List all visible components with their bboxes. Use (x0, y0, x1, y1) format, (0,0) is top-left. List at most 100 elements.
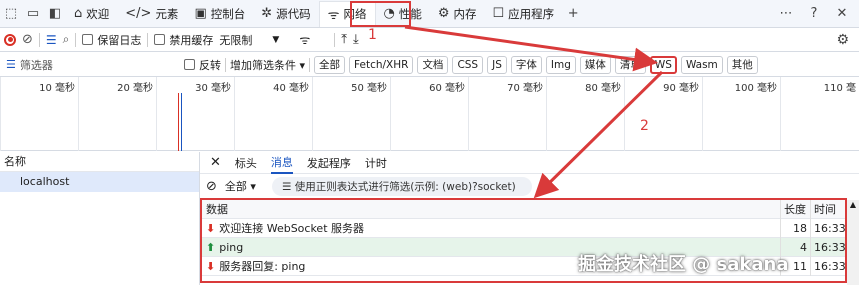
data-column-header[interactable]: 数据 (202, 201, 780, 217)
filter-settings-icon[interactable]: ☰ (46, 33, 57, 47)
clear-icon[interactable]: ⊘ (22, 32, 33, 47)
filter-type-manifest[interactable]: 清单 (614, 55, 646, 74)
close-icon[interactable]: ✕ (831, 3, 853, 25)
timeline-tick: 20 毫秒 (78, 77, 156, 151)
message-filter-bar: ⊘ 全部 ▾ ☰ 使用正则表达式进行筛选(示例: (web)?socket) (200, 174, 859, 198)
disable-cache-checkbox[interactable]: 禁用缓存 (154, 32, 213, 48)
export-har-icon[interactable]: ⤓ (353, 32, 359, 47)
domcontentloaded-line (181, 93, 182, 151)
tab-application[interactable]: ☐ 应用程序 (485, 1, 563, 27)
timeline-tick: 40 毫秒 (234, 77, 312, 151)
timeline-tick: 10 毫秒 (0, 77, 78, 151)
scrollbar[interactable]: ▲ (847, 200, 859, 285)
filter-bar: ☰ 筛选器 反转 增加筛选条件 ▾ 全部 Fetch/XHR 文档 CSS JS… (0, 53, 859, 77)
divider (309, 57, 311, 72)
code-icon: </> (125, 6, 152, 21)
memory-icon: ⚙ (437, 6, 450, 21)
timeline-overview[interactable]: 10 毫秒 20 毫秒 30 毫秒 40 毫秒 50 毫秒 60 毫秒 70 毫… (0, 77, 859, 151)
sidebar-toggle-icon[interactable]: ◧ (44, 3, 66, 25)
device-toggle-icon[interactable]: ▭ (22, 3, 44, 25)
inspect-icon[interactable]: ⬚ (0, 3, 22, 25)
request-row-localhost[interactable]: localhost (0, 172, 199, 192)
record-button[interactable] (4, 33, 16, 46)
filter-input[interactable]: ☰ 筛选器 (6, 57, 166, 73)
annotation-box-network-tab (350, 1, 411, 27)
close-detail-icon[interactable]: ✕ (210, 155, 221, 170)
divider (147, 32, 149, 47)
filter-type-img[interactable]: Img (545, 55, 576, 74)
tab-sources[interactable]: ✲ 源代码 (253, 1, 318, 27)
import-har-icon[interactable]: ⤒ (341, 32, 347, 47)
checkbox-box (184, 59, 195, 70)
bug-icon: ✲ (261, 6, 273, 21)
throttle-select[interactable]: 无限制 (219, 32, 252, 48)
tab-messages[interactable]: 消息 (270, 152, 293, 174)
length-column-header[interactable]: 长度 (780, 199, 810, 219)
timeline-tick: 30 毫秒 (156, 77, 234, 151)
timeline-tick: 60 毫秒 (390, 77, 468, 151)
annotation-number-1: 1 (368, 27, 377, 43)
tab-initiator[interactable]: 发起程序 (307, 155, 351, 171)
chevron-down-icon[interactable]: ▼ (272, 35, 279, 45)
time-column-header[interactable]: 时间 (810, 199, 845, 219)
filter-type-media[interactable]: 媒体 (579, 55, 611, 74)
timeline-tick: 90 毫秒 (624, 77, 702, 151)
more-tabs-icon[interactable]: ⋯ (775, 3, 797, 25)
home-icon: ⌂ (74, 6, 83, 21)
invert-checkbox[interactable]: 反转 (184, 57, 221, 73)
timeline-tick: 50 毫秒 (312, 77, 390, 151)
network-conditions-icon[interactable]: ᯤ (299, 31, 310, 48)
watermark: 掘金技术社区 @ sakana (578, 254, 789, 275)
filter-type-wasm[interactable]: Wasm (680, 55, 723, 74)
divider (334, 32, 336, 47)
more-filters-dropdown[interactable]: 增加筛选条件 ▾ (230, 57, 305, 73)
clear-messages-icon[interactable]: ⊘ (206, 179, 217, 194)
filter-type-all[interactable]: 全部 (314, 55, 346, 74)
console-icon: ▣ (194, 6, 207, 21)
tab-console[interactable]: ▣ 控制台 (186, 1, 253, 27)
timeline-tick: 70 毫秒 (468, 77, 546, 151)
add-tab-button[interactable]: + (562, 3, 584, 25)
tab-welcome[interactable]: ⌂ 欢迎 (66, 1, 117, 27)
divider (38, 32, 40, 47)
filter-type-ws[interactable]: WS (649, 55, 677, 74)
app-icon: ☐ (492, 6, 505, 21)
preserve-log-checkbox[interactable]: 保留日志 (82, 32, 141, 48)
network-toolbar: ⊘ ☰ ⌕ 保留日志 禁用缓存 无限制 ▼ ᯤ ⤒ ⤓ ⚙ (0, 28, 859, 52)
checkbox-box (82, 34, 94, 45)
message-type-select[interactable]: 全部 ▾ (225, 178, 256, 194)
settings-gear-icon[interactable]: ⚙ (836, 32, 849, 48)
filter-type-css[interactable]: CSS (452, 55, 484, 74)
tab-headers[interactable]: 标头 (235, 155, 257, 171)
arrow-down-icon: ⬇ (206, 259, 216, 273)
filter-type-font[interactable]: 字体 (510, 55, 542, 74)
filter-icon: ☰ (6, 58, 16, 71)
divider (75, 32, 77, 47)
search-icon[interactable]: ⌕ (63, 32, 70, 47)
filter-type-other[interactable]: 其他 (726, 55, 758, 74)
arrow-down-icon: ⬇ (206, 221, 216, 235)
filter-type-doc[interactable]: 文档 (417, 55, 449, 74)
help-icon[interactable]: ? (803, 3, 825, 25)
name-column-header[interactable]: 名称 (0, 152, 199, 172)
scroll-up-icon[interactable]: ▲ (847, 200, 859, 209)
annotation-number-2: 2 (640, 118, 649, 134)
message-row[interactable]: ⬇欢迎连接 WebSocket 服务器 18 16:33:... (202, 218, 845, 238)
filter-type-js[interactable]: JS (487, 55, 507, 74)
request-list: 名称 localhost (0, 152, 200, 285)
load-event-line (178, 93, 179, 151)
devtools-tabbar: ⬚ ▭ ◧ ⌂ 欢迎 </> 元素 ▣ 控制台 ✲ 源代码 ᯤ 网络 ◔ 性能 ⚙ 内存 ☐ 应… (0, 0, 859, 28)
message-filter-input[interactable]: ☰ 使用正则表达式进行筛选(示例: (web)?socket) (271, 176, 532, 196)
filter-type-fetch-xhr[interactable]: Fetch/XHR (349, 55, 414, 74)
timeline-tick: 80 毫秒 (546, 77, 624, 151)
wifi-icon: ᯤ (327, 8, 340, 23)
timeline-tick: 110 毫 (780, 77, 859, 151)
arrow-up-icon: ⬆ (206, 240, 216, 254)
timeline-tick: 100 毫秒 (702, 77, 780, 151)
tab-elements[interactable]: </> 元素 (117, 1, 186, 27)
messages-header-row: 数据 长度 时间 (202, 199, 845, 219)
divider (225, 57, 226, 72)
tab-timing[interactable]: 计时 (365, 155, 387, 171)
tab-memory[interactable]: ⚙ 内存 (430, 1, 485, 27)
checkbox-box (154, 34, 166, 45)
